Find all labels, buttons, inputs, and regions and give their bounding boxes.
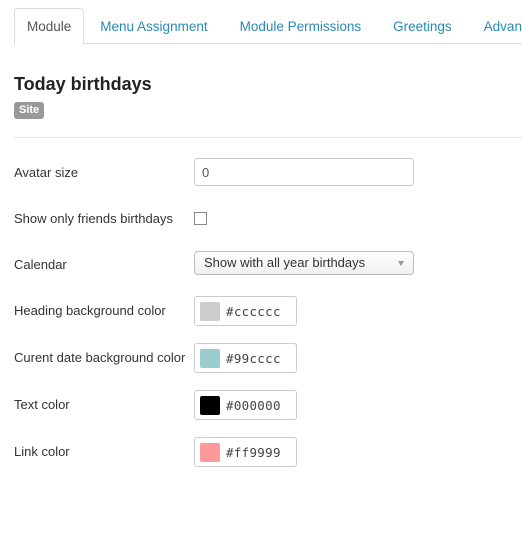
link-color-label: Link color — [14, 444, 70, 459]
heading-bg-label: Heading background color — [14, 303, 166, 318]
current-date-bg-label: Curent date background color — [14, 350, 186, 365]
avatar-size-input[interactable] — [194, 158, 414, 186]
calendar-selected-value: Show with all year birthdays — [204, 255, 366, 270]
tab-module-permissions[interactable]: Module Permissions — [224, 8, 378, 44]
color-value: #cccccc — [226, 304, 281, 319]
color-swatch — [200, 302, 220, 321]
field-text-color: Text color #000000 — [14, 390, 522, 420]
heading-bg-color-input[interactable]: #cccccc — [194, 296, 297, 326]
avatar-size-label: Avatar size — [14, 165, 79, 180]
color-value: #000000 — [226, 398, 281, 413]
color-value: #ff9999 — [226, 445, 281, 460]
friends-only-label: Show only friends birthdays — [14, 211, 173, 226]
field-current-date-bg: Curent date background color #99cccc — [14, 343, 522, 373]
color-swatch — [200, 443, 220, 462]
tab-advanced[interactable]: Advanced — [468, 8, 522, 44]
link-color-input[interactable]: #ff9999 — [194, 437, 297, 467]
field-avatar-size: Avatar size — [14, 158, 522, 188]
chevron-down-icon — [398, 261, 404, 266]
friends-only-checkbox[interactable] — [194, 212, 207, 225]
text-color-input[interactable]: #000000 — [194, 390, 297, 420]
divider — [14, 137, 522, 138]
tab-menu-assignment[interactable]: Menu Assignment — [84, 8, 223, 44]
page-title: Today birthdays — [14, 74, 152, 94]
tab-bar: Module Menu Assignment Module Permission… — [14, 8, 522, 45]
calendar-label: Calendar — [14, 257, 67, 272]
text-color-label: Text color — [14, 397, 70, 412]
color-value: #99cccc — [226, 351, 281, 366]
tab-module[interactable]: Module — [14, 8, 85, 45]
field-link-color: Link color #ff9999 — [14, 437, 522, 467]
color-swatch — [200, 349, 220, 368]
site-badge: Site — [14, 102, 45, 119]
tab-greetings[interactable]: Greetings — [377, 8, 468, 44]
field-calendar: Calendar Show with all year birthdays — [14, 251, 522, 281]
current-date-bg-color-input[interactable]: #99cccc — [194, 343, 297, 373]
color-swatch — [200, 396, 220, 415]
field-heading-bg: Heading background color #cccccc — [14, 296, 522, 326]
field-friends-only: Show only friends birthdays — [14, 204, 522, 234]
calendar-select[interactable]: Show with all year birthdays — [194, 251, 414, 275]
